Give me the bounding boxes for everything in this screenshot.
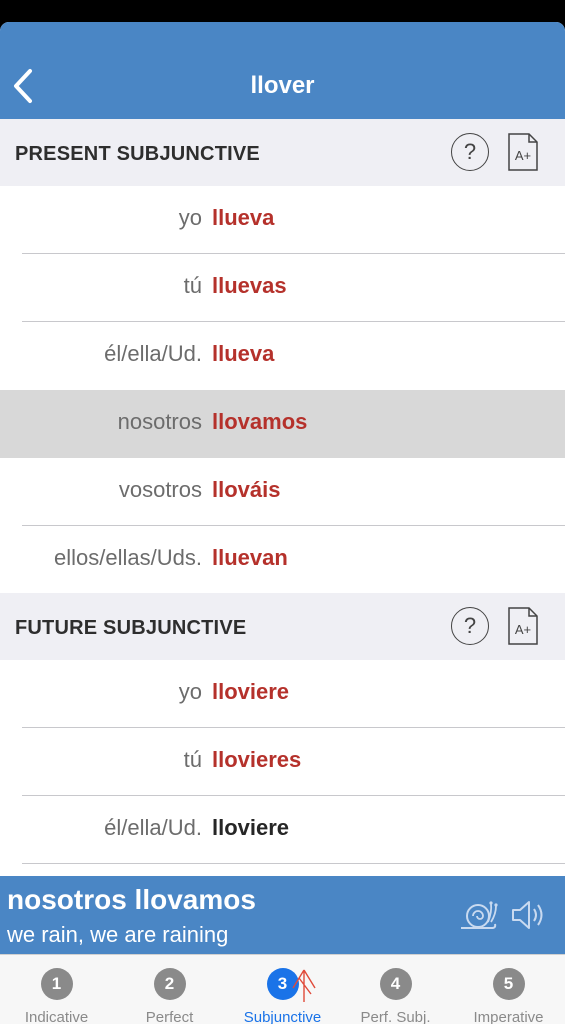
tab-number-badge: 1 bbox=[40, 968, 73, 1000]
tab-label: Perf. Subj. bbox=[360, 1009, 431, 1024]
pronoun: él/ella/Ud. bbox=[104, 341, 202, 366]
conjugation-row[interactable]: yo llueva bbox=[0, 186, 565, 254]
conjugation-row-selected[interactable]: nosotros llovamos bbox=[0, 390, 565, 458]
conjugated-verb: lluevas bbox=[212, 273, 287, 298]
selected-form: nosotros llovamos bbox=[7, 884, 256, 915]
pronoun: vosotros bbox=[118, 477, 202, 502]
page-title: llover bbox=[250, 72, 315, 99]
selected-translation: we rain, we are raining bbox=[7, 922, 229, 947]
speaker-icon bbox=[512, 901, 543, 929]
conjugation-row[interactable]: vosotros llováis bbox=[0, 458, 565, 526]
tab-number-badge: 2 bbox=[153, 968, 186, 1000]
section-title: FUTURE SUBJUNCTIVE bbox=[15, 617, 247, 639]
tab-label: Perfect bbox=[145, 1009, 194, 1024]
font-size-glyph: A+ bbox=[515, 622, 531, 637]
play-audio-button[interactable] bbox=[510, 896, 548, 934]
pronoun: ellos/ellas/Uds. bbox=[54, 545, 202, 570]
conjugated-verb: llueva bbox=[212, 205, 275, 230]
section-header-future-subjunctive: FUTURE SUBJUNCTIVE ? A+ bbox=[0, 593, 565, 660]
conjugation-row[interactable]: él/ella/Ud. llueva bbox=[0, 322, 565, 390]
section-header-present-subjunctive: PRESENT SUBJUNCTIVE ? A+ bbox=[0, 119, 565, 186]
conjugation-row[interactable]: él/ella/Ud. lloviere bbox=[0, 796, 565, 864]
pronoun: yo bbox=[178, 205, 202, 230]
app-screen: llover PRESENT SUBJUNCTIVE ? A+ yo lluev… bbox=[0, 22, 565, 1024]
font-size-document-icon: A+ bbox=[508, 133, 538, 171]
pronoun: yo bbox=[178, 679, 202, 704]
snail-icon bbox=[461, 901, 498, 929]
tab-number-badge: 5 bbox=[492, 968, 525, 1000]
selected-form-panel: nosotros llovamos we rain, we are rainin… bbox=[0, 876, 565, 954]
tab-label: Subjunctive bbox=[243, 1009, 322, 1024]
help-button[interactable]: ? bbox=[451, 133, 489, 171]
tab-imperative[interactable]: 5 Imperative bbox=[452, 955, 565, 1024]
conjugation-row[interactable]: tú lluevas bbox=[0, 254, 565, 322]
conjugated-verb: llovamos bbox=[212, 409, 308, 434]
font-size-document-icon: A+ bbox=[508, 607, 538, 645]
tab-subjunctive[interactable]: 3 Subjunctive bbox=[226, 955, 339, 1024]
pronoun: tú bbox=[183, 273, 202, 298]
touch-pointer-icon bbox=[292, 969, 316, 1002]
nav-bar: llover bbox=[0, 22, 565, 119]
conjugated-verb: lluevan bbox=[212, 545, 288, 570]
tab-number-badge: 4 bbox=[379, 968, 412, 1000]
conjugation-row[interactable]: ellos/ellas/Uds. lluevan bbox=[0, 526, 565, 594]
section-title: PRESENT SUBJUNCTIVE bbox=[15, 143, 260, 165]
conjugation-row[interactable]: yo lloviere bbox=[0, 660, 565, 728]
conjugated-verb: lloviere bbox=[212, 815, 290, 840]
font-size-button[interactable]: A+ bbox=[507, 132, 539, 172]
pronoun: tú bbox=[183, 747, 202, 772]
font-size-glyph: A+ bbox=[515, 148, 531, 163]
tab-perfect-subjunctive[interactable]: 4 Perf. Subj. bbox=[339, 955, 452, 1024]
conjugated-verb: llováis bbox=[212, 477, 281, 502]
conjugation-row[interactable]: tú llovieres bbox=[0, 728, 565, 796]
question-circle-icon: ? bbox=[463, 139, 477, 164]
slow-audio-button[interactable] bbox=[458, 896, 498, 934]
conjugated-verb: llovieres bbox=[212, 747, 302, 772]
row-divider bbox=[22, 863, 565, 864]
tab-label: Imperative bbox=[473, 1009, 544, 1024]
tab-indicative[interactable]: 1 Indicative bbox=[0, 955, 113, 1024]
pronoun: él/ella/Ud. bbox=[104, 815, 202, 840]
font-size-button[interactable]: A+ bbox=[507, 606, 539, 646]
tab-label: Indicative bbox=[24, 1009, 89, 1024]
tab-bar: 1 Indicative 2 Perfect 3 Subjunctive 4 P… bbox=[0, 954, 565, 1024]
conjugated-verb: lloviere bbox=[212, 679, 290, 704]
help-button[interactable]: ? bbox=[451, 607, 489, 645]
question-circle-icon: ? bbox=[463, 613, 477, 638]
conjugated-verb: llueva bbox=[212, 341, 275, 366]
tab-perfect[interactable]: 2 Perfect bbox=[113, 955, 226, 1024]
pronoun: nosotros bbox=[117, 409, 202, 434]
